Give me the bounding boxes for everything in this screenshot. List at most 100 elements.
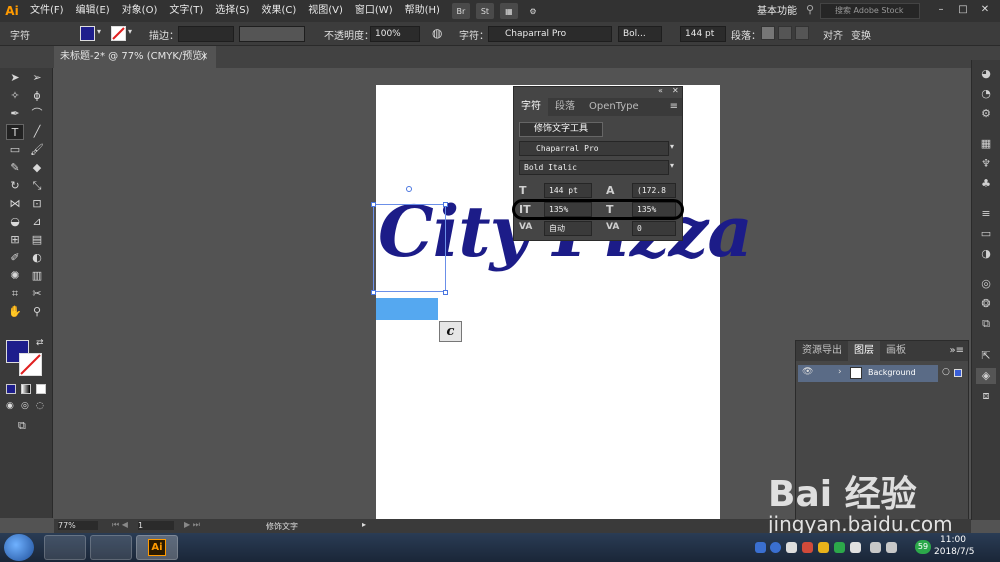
selection-handle[interactable]	[371, 202, 376, 207]
workspace-switcher[interactable]: 基本功能	[757, 2, 797, 17]
layer-name[interactable]: Background	[868, 368, 916, 377]
font-style-field[interactable]: Bol...	[618, 26, 662, 42]
tab-asset-export[interactable]: 资源导出	[796, 341, 848, 361]
tab-layers[interactable]: 图层	[848, 341, 880, 361]
draw-inside-icon[interactable]: ◌	[36, 401, 44, 411]
selection-handle[interactable]	[371, 290, 376, 295]
collapse-panel-icon[interactable]: «	[658, 86, 663, 95]
gradient-mode-button[interactable]	[21, 384, 31, 394]
draw-normal-icon[interactable]: ◉	[6, 401, 14, 411]
align-center-button[interactable]	[778, 26, 792, 40]
shape-builder-tool-icon[interactable]: ◒	[6, 214, 24, 230]
lasso-tool-icon[interactable]: ϕ	[28, 88, 46, 104]
network-icon[interactable]	[870, 542, 881, 553]
status-menu-icon[interactable]: ▸	[362, 520, 366, 529]
start-button[interactable]	[4, 534, 34, 561]
eraser-tool-icon[interactable]: ◆	[28, 160, 46, 176]
rectangle-tool-icon[interactable]: ▭	[6, 142, 24, 158]
panel-menu-icon[interactable]: ≡	[670, 98, 682, 116]
color-panel-icon[interactable]: ◕	[976, 66, 996, 82]
align-left-button[interactable]	[761, 26, 775, 40]
screen-mode-icon[interactable]: ⧉	[18, 419, 26, 433]
tray-icon[interactable]	[818, 542, 829, 553]
tray-icon[interactable]	[802, 542, 813, 553]
chevron-down-icon[interactable]: ▾	[670, 161, 674, 170]
stock-button[interactable]: St	[475, 3, 494, 19]
artboard-tool-icon[interactable]: ⌗	[6, 286, 24, 302]
panel-menu-icon[interactable]: »≡	[950, 341, 969, 361]
gpu-icon[interactable]: ⚙	[524, 3, 542, 19]
gradient-tool-icon[interactable]: ▤	[28, 232, 46, 248]
zoom-tool-icon[interactable]: ⚲	[28, 304, 46, 320]
leading-field[interactable]: (172.8	[632, 183, 676, 198]
blend-tool-icon[interactable]: ◐	[28, 250, 46, 266]
rotate-handle[interactable]	[406, 186, 412, 192]
document-tab[interactable]: 未标题-2* @ 77% (CMYK/预览) ×	[54, 46, 216, 68]
gradient-panel-icon[interactable]: ▭	[976, 226, 996, 242]
zoom-field[interactable]: 77%	[58, 521, 98, 530]
close-panel-icon[interactable]: ✕	[672, 86, 679, 95]
eyedropper-tool-icon[interactable]: ✐	[6, 250, 24, 266]
selection-tool-icon[interactable]: ➤	[6, 70, 24, 86]
mesh-tool-icon[interactable]: ⊞	[6, 232, 24, 248]
color-mode-button[interactable]	[6, 384, 16, 394]
menu-file[interactable]: 文件(F)	[24, 0, 70, 22]
appearance-icon[interactable]: ◎	[976, 276, 996, 292]
opacity-field[interactable]: 100%	[370, 26, 420, 42]
align-right-button[interactable]	[795, 26, 809, 40]
chevron-down-icon[interactable]: ▾	[97, 27, 101, 36]
tab-opentype[interactable]: OpenType	[582, 98, 646, 116]
layers-icon[interactable]: ◈	[976, 368, 996, 384]
tab-artboards[interactable]: 画板	[880, 341, 912, 361]
nav-arrows-icon[interactable]: ▶ ⏭	[184, 520, 200, 530]
chevron-down-icon[interactable]: ▾	[670, 142, 674, 151]
tab-paragraph[interactable]: 段落	[548, 98, 582, 116]
clock-time[interactable]: 11:00	[940, 535, 966, 545]
symbols-icon[interactable]: ♣	[976, 176, 996, 192]
bridge-button[interactable]: Br	[451, 3, 470, 19]
layer-row[interactable]: 👁 › Background	[798, 365, 938, 382]
magic-wand-tool-icon[interactable]: ✧	[6, 88, 24, 104]
font-style-select[interactable]: Bold Italic	[519, 160, 669, 175]
font-family-select[interactable]: Chaparral Pro	[519, 141, 669, 156]
fill-swatch[interactable]	[80, 26, 95, 41]
libraries-icon[interactable]: ⧉	[976, 316, 996, 332]
tray-icon[interactable]	[850, 542, 861, 553]
direct-selection-tool-icon[interactable]: ➢	[28, 70, 46, 86]
artboards-icon[interactable]: ⧈	[976, 388, 996, 404]
tracking-field[interactable]: 0	[632, 221, 676, 236]
font-size-field[interactable]: 144 pt	[680, 26, 726, 42]
paintbrush-tool-icon[interactable]: 🖌	[28, 142, 46, 158]
taskbar-browser-icon[interactable]	[90, 535, 132, 560]
chevron-down-icon[interactable]: ▾	[128, 27, 132, 36]
layer-color-square[interactable]	[954, 369, 962, 377]
none-mode-button[interactable]	[36, 384, 46, 394]
stroke-panel-icon[interactable]: ≡	[976, 206, 996, 222]
draw-behind-icon[interactable]: ◎	[21, 401, 29, 411]
tray-icon[interactable]	[834, 542, 845, 553]
menu-window[interactable]: 窗口(W)	[349, 0, 399, 22]
globe-icon[interactable]: ◍	[432, 26, 442, 40]
properties-icon[interactable]: ⚙	[976, 106, 996, 122]
visibility-eye-icon[interactable]: 👁	[802, 367, 813, 377]
curvature-tool-icon[interactable]: ⌒	[28, 106, 46, 122]
clock-date[interactable]: 2018/7/5	[934, 547, 974, 557]
touch-type-tool-button[interactable]: 修饰文字工具	[519, 122, 603, 137]
touch-type-tool-icon[interactable]: T	[6, 124, 24, 140]
selection-handle[interactable]	[443, 202, 448, 207]
page-field[interactable]: 1	[138, 521, 174, 530]
expand-chevron-icon[interactable]: ›	[838, 367, 842, 377]
taskbar-illustrator-button[interactable]: Ai	[136, 535, 178, 560]
perspective-grid-tool-icon[interactable]: ⊿	[28, 214, 46, 230]
swatches-icon[interactable]: ▦	[976, 136, 996, 152]
stroke-color-swatch[interactable]	[19, 353, 42, 376]
menu-effect[interactable]: 效果(C)	[255, 0, 302, 22]
symbol-sprayer-tool-icon[interactable]: ✺	[6, 268, 24, 284]
menu-edit[interactable]: 编辑(E)	[70, 0, 116, 22]
selection-bounding-box[interactable]	[373, 204, 446, 292]
free-transform-tool-icon[interactable]: ⊡	[28, 196, 46, 212]
stroke-swatch[interactable]	[111, 26, 126, 41]
volume-icon[interactable]	[886, 542, 897, 553]
font-family-field[interactable]: Chaparral Pro	[488, 26, 612, 42]
tab-character[interactable]: 字符	[514, 98, 548, 116]
